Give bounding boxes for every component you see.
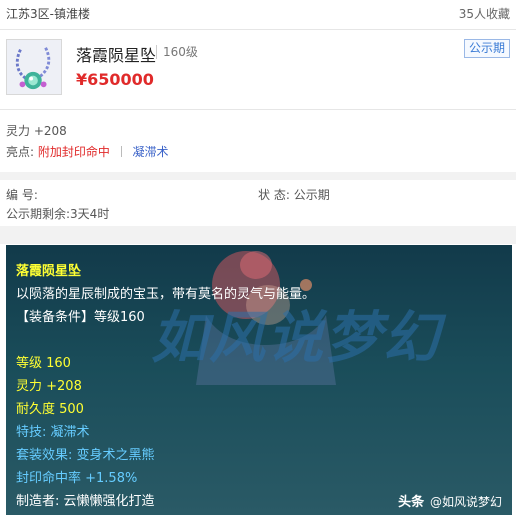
watermark-text: 如风说梦幻: [151, 306, 441, 371]
source-credit: 头条 @如风说梦幻: [398, 491, 502, 510]
highlight-label: 亮点:: [6, 145, 35, 159]
server-name: 江苏3区-镇淮楼: [6, 7, 90, 21]
section-divider: [0, 172, 516, 180]
tooltip-stat-spirit: 灵力 +208: [16, 379, 82, 394]
tooltip-description: 以陨落的星辰制成的宝玉，带有莫名的灵气与能量。: [16, 287, 316, 302]
item-attributes: 灵力 +208 亮点: 附加封印命中 凝滞术: [0, 110, 516, 172]
tooltip-item-name: 落霞陨星坠: [16, 264, 82, 279]
favorite-count[interactable]: 35人收藏: [459, 5, 510, 22]
item-name[interactable]: 落霞陨星坠: [76, 42, 156, 66]
credit-prefix: 头条: [398, 495, 425, 510]
divider: [120, 146, 122, 157]
countdown-row: 公示期剩余:3天4时: [6, 205, 109, 222]
item-card[interactable]: 落霞陨星坠 160级 ¥650000 公示期: [0, 30, 516, 110]
tooltip-maker: 制造者: 云懒懒强化打造: [16, 494, 155, 509]
item-price: ¥650000: [76, 70, 154, 89]
status-value: 公示期: [293, 188, 330, 202]
item-thumbnail-icon[interactable]: [6, 39, 62, 95]
tooltip-stat-level: 等级 160: [16, 356, 71, 371]
tooltip-stat-durability: 耐久度 500: [16, 402, 84, 417]
tooltip-requirement: 【装备条件】等级160: [16, 310, 145, 325]
listing-header: 江苏3区-镇淮楼 35人收藏: [0, 0, 516, 30]
highlight-skill: 凝滞术: [132, 145, 169, 159]
listing-meta: 编 号: 状 态: 公示期 公示期剩余:3天4时: [0, 180, 516, 224]
credit-handle: @如风说梦幻: [429, 495, 502, 509]
tooltip-seal-hit: 封印命中率 +1.58%: [16, 471, 138, 486]
tooltip-special-skill: 特技: 凝滞术: [16, 425, 90, 440]
tooltip-set-effect: 套装效果: 变身术之黑熊: [16, 448, 155, 463]
countdown-value: 3天4时: [70, 207, 110, 221]
status-label: 状 态:: [258, 188, 290, 202]
item-tooltip: 如风说梦幻 落霞陨星坠 以陨落的星辰制成的宝玉，带有莫名的灵气与能量。 【装备条…: [6, 245, 512, 515]
status-badge: 公示期: [463, 39, 510, 58]
countdown-label: 公示期剩余:: [6, 207, 71, 221]
attribute-spirit: 灵力 +208: [6, 124, 67, 138]
status-row: 状 态: 公示期: [258, 186, 330, 203]
item-level: 160级: [156, 45, 198, 59]
section-divider: [0, 226, 516, 244]
number-label: 编 号:: [6, 188, 38, 202]
highlight-value: 附加封印命中: [37, 145, 110, 159]
highlight-row: 亮点: 附加封印命中 凝滞术: [6, 143, 169, 160]
